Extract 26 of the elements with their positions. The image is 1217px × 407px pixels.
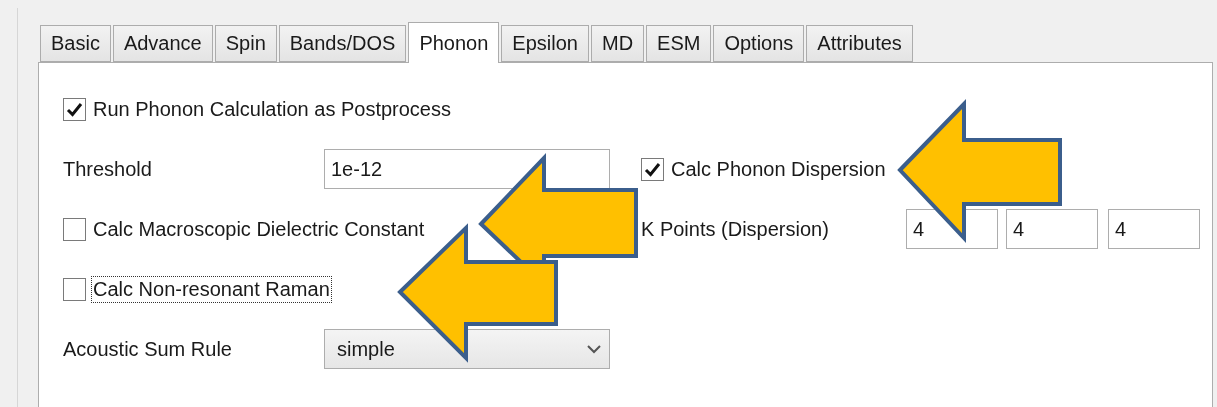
field-label: K Points (Dispersion): [641, 217, 830, 241]
tab[interactable]: Advance: [112, 25, 213, 62]
tab[interactable]: MD: [590, 25, 645, 62]
field-label: Threshold: [63, 157, 153, 181]
input-field[interactable]: 4: [1108, 209, 1200, 249]
tab[interactable]: Epsilon: [501, 25, 589, 62]
checkbox-label: Calc Phonon Dispersion: [670, 156, 887, 182]
dropdown[interactable]: simple: [324, 329, 610, 369]
tab[interactable]: Options: [713, 25, 805, 62]
tab[interactable]: Attributes: [806, 25, 913, 62]
checkbox-label: Calc Macroscopic Dielectric Constant: [92, 216, 426, 242]
checkbox[interactable]: [641, 157, 664, 181]
checkbox-label: Run Phonon Calculation as Postprocess: [92, 96, 452, 122]
tab[interactable]: Phonon: [408, 22, 500, 63]
tab[interactable]: Basic: [40, 25, 111, 62]
tab[interactable]: ESM: [646, 25, 712, 62]
input-field[interactable]: 1e-12: [324, 149, 610, 189]
checkbox[interactable]: [63, 277, 86, 301]
field-label: Acoustic Sum Rule: [63, 337, 233, 361]
checkbox-label: Calc Non-resonant Raman: [92, 276, 331, 302]
checkbox[interactable]: [63, 97, 86, 121]
chevron-down-icon: [587, 344, 601, 354]
input-field[interactable]: 4: [1006, 209, 1098, 249]
tab[interactable]: Bands/DOS: [278, 25, 407, 62]
tab[interactable]: Spin: [214, 25, 277, 62]
checkbox[interactable]: [63, 217, 86, 241]
